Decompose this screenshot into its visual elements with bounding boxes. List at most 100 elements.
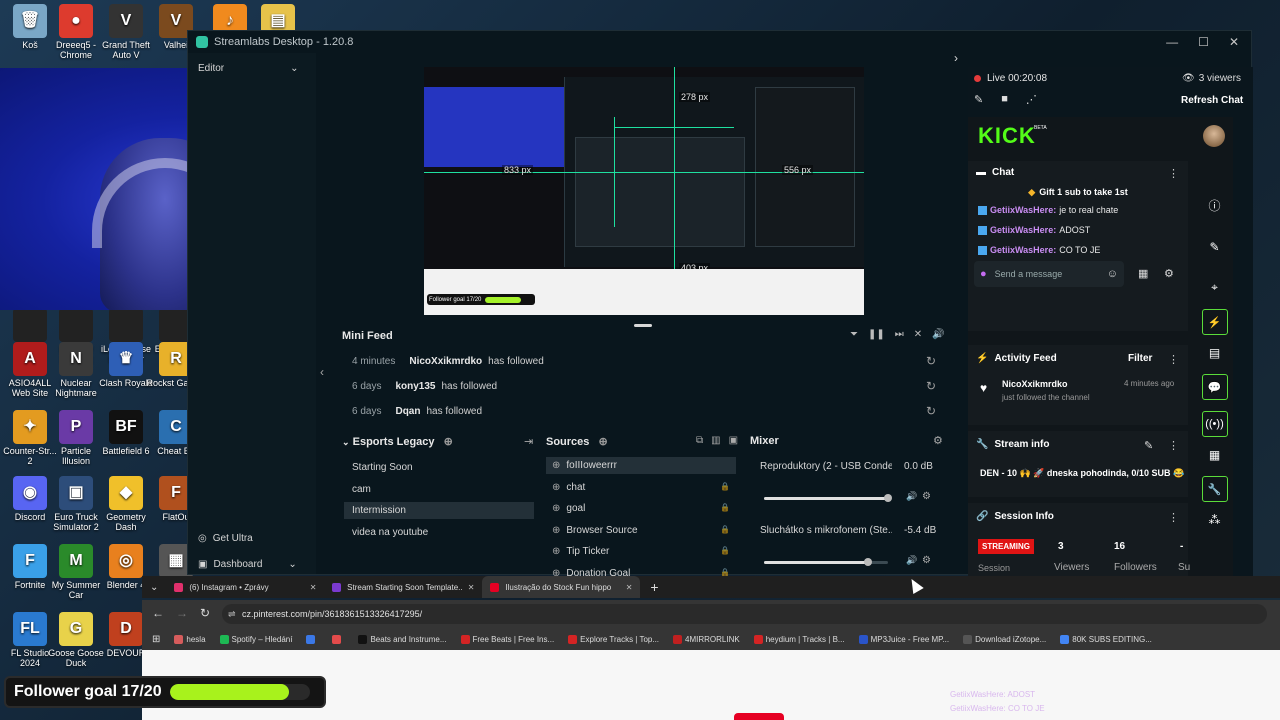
reload-icon[interactable]: ↻ [200,606,210,620]
volume-knob[interactable] [864,558,873,566]
people-icon[interactable]: ⁂ [1196,513,1233,527]
add-folder-icon[interactable]: ▣ [729,435,738,446]
stream-info-menu-icon[interactable]: ⋮ [1168,439,1179,452]
source-item[interactable]: ⊕ goal 🔒 [546,500,736,517]
bookmark[interactable]: Download iZotope... [963,634,1046,644]
bookmark[interactable]: MP3Juice - Free MP... [858,634,949,644]
avatar[interactable] [1203,125,1225,147]
scene-transition-icon[interactable]: ⇥ [524,435,533,448]
expand-arrow-icon[interactable]: › [954,51,958,65]
channel-settings-icon[interactable]: ⚙ [922,555,931,566]
bookmark[interactable]: 80K SUBS EDITING... [1060,634,1152,644]
nav-editor[interactable]: Editor ⌄ [198,63,299,74]
chat-username[interactable]: GetiixWasHere: [990,245,1056,255]
add-source-icon[interactable]: ⊕ [598,436,607,448]
site-info-icon[interactable]: ⇌ [228,609,236,620]
mute-alerts-icon[interactable]: ✕ [914,329,922,340]
mixer-settings-icon[interactable]: ⚙ [933,434,943,447]
bolt-button[interactable]: ⚡ [1201,309,1228,335]
edit-stream-icon[interactable]: ✎ [1144,439,1153,452]
tab-list-icon[interactable]: ⌄ [142,582,166,593]
pen-icon[interactable]: ✎ [1196,240,1233,254]
browser-tab[interactable]: (6) Instagram • Zprávy ✕ [166,576,324,598]
microphone-icon[interactable]: ● [980,268,987,280]
volume-slider[interactable] [764,494,892,502]
activity-menu-icon[interactable]: ⋮ [1168,353,1179,366]
tab-close-icon[interactable]: ✕ [626,583,633,592]
new-tab-button[interactable]: + [640,579,668,595]
scene-item[interactable]: cam [344,481,534,498]
nav-get-ultra[interactable]: ◎ Get Ultra [198,533,253,544]
scene-item[interactable]: Intermission [344,502,534,519]
close-button[interactable]: ✕ [1229,35,1239,49]
tab-close-icon[interactable]: ✕ [468,583,475,592]
share-icon[interactable]: ⋰ [1026,93,1037,106]
gift-banner[interactable]: ◆ Gift 1 sub to take 1st [968,185,1188,199]
skip-icon[interactable]: ⏭ [895,329,904,340]
filter-icon[interactable]: ⏷ [850,329,858,340]
tab-close-icon[interactable]: ✕ [310,583,317,592]
activity-filter-button[interactable]: Filter [1128,353,1152,364]
back-icon[interactable]: ← [152,606,164,620]
chat-username[interactable]: GetiixWasHere: [990,225,1056,235]
replay-alert-icon[interactable]: ↻ [926,354,936,368]
chevron-down-icon[interactable]: ⌄ [342,437,350,447]
store-icon[interactable]: ▦ [1138,267,1148,280]
pause-icon[interactable]: ❚❚ [868,329,885,340]
bookmark[interactable]: Beats and Instrume... [358,634,447,644]
source-item[interactable]: ⊕ chat 🔒 [546,479,736,496]
volume-icon[interactable]: 🔊 [932,329,944,340]
browser-tab[interactable]: Ilustração do Stock Fun hippo ✕ [482,576,641,598]
bookmark[interactable]: Free Beats | Free Ins... [460,634,554,644]
replay-alert-icon[interactable]: ↻ [926,379,936,393]
ticket-icon[interactable]: ▦ [1196,448,1233,462]
info-icon[interactable]: ⓘ [1196,197,1233,214]
scenes-collection-name[interactable]: Esports Legacy [353,436,435,448]
source-item[interactable]: ⊕ Browser Source 🔒 [546,522,736,539]
preview-resize-handle[interactable] [634,324,652,327]
bookmark[interactable]: Explore Tracks | Top... [568,634,659,644]
bookmark[interactable]: Spotify – Hledání [219,634,292,644]
address-bar[interactable]: ⇌ cz.pinterest.com/pin/36183615133264172… [222,604,1267,624]
forward-icon[interactable]: → [176,606,188,620]
lock-icon[interactable]: 🔒 [720,482,730,493]
chat-bubble-button[interactable]: 💬 [1201,374,1228,400]
folder-icon[interactable]: ▥ [711,435,720,446]
volume-icon[interactable]: 🔊 [906,555,917,566]
source-item[interactable]: ⊕ Tip Ticker 🔒 [546,543,736,560]
bookmark[interactable]: heydium | Tracks | B... [753,634,845,644]
target-icon[interactable]: ⌖ [1196,280,1233,295]
bookmark[interactable] [306,634,318,644]
source-item[interactable]: ⊕ foIIIoweerrr [546,457,736,474]
session-menu-icon[interactable]: ⋮ [1168,511,1179,524]
settings-icon[interactable]: ⚙ [1164,267,1174,280]
group-icon[interactable]: ⧉ [696,435,703,446]
browser-tab[interactable]: Stream Starting Soon Template... ✕ [324,576,482,598]
broadcast-button[interactable]: ((•)) [1201,411,1228,437]
replay-alert-icon[interactable]: ↻ [926,404,936,418]
volume-icon[interactable]: 🔊 [906,491,917,502]
lock-icon[interactable]: 🔒 [720,546,730,557]
add-scene-icon[interactable]: ⊕ [444,436,453,448]
volume-slider[interactable] [764,558,888,566]
scene-item[interactable]: Starting Soon [344,459,534,476]
chat-username[interactable]: GetiixWasHere: [990,205,1056,215]
scene-item[interactable]: videa na youtube [344,524,534,541]
lock-icon[interactable]: 🔒 [720,525,730,536]
maximize-button[interactable]: ☐ [1198,35,1209,49]
edit-icon[interactable]: ✎ [974,93,983,106]
emoji-icon[interactable]: ☺ [1107,268,1118,280]
bookmark[interactable]: 4MIRRORLINK [673,634,740,644]
bookmark[interactable]: hesla [174,634,206,644]
channel-settings-icon[interactable]: ⚙ [922,491,931,502]
collapse-arrow-icon[interactable]: ‹ [320,365,324,379]
stream-preview[interactable]: 278 px 833 px 556 px 403 px Follower goa… [424,67,864,315]
minimize-button[interactable]: — [1166,35,1178,49]
notes-icon[interactable]: ▤ [1196,346,1233,360]
apps-icon[interactable]: ⊞ [152,634,160,645]
nav-dashboard[interactable]: ▣ Dashboard ⌄ [198,559,297,570]
refresh-chat-button[interactable]: Refresh Chat [1181,95,1243,106]
volume-knob[interactable] [884,494,892,502]
lock-icon[interactable]: 🔒 [720,503,730,514]
camera-icon[interactable]: ■ [1001,93,1008,106]
